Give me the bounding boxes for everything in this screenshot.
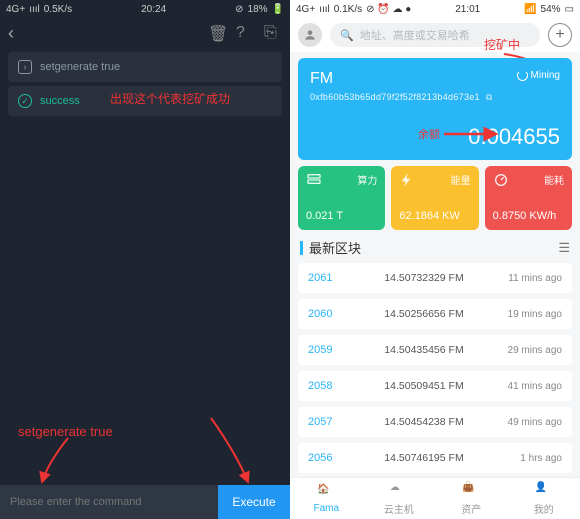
battery-icon: ▭ (565, 4, 574, 15)
wallet-pane: 4G+ ıııl 0.1K/s ⊘ ⏰ ☁ ● 21:01 📶 54% ▭ 🔍 … (290, 0, 580, 519)
stat-value: 0.021 T (306, 210, 343, 222)
command-line: › setgenerate true (8, 52, 282, 82)
list-menu-icon[interactable]: ☰ (558, 240, 570, 256)
net-speed: 0.1K/s (334, 4, 362, 15)
command-input-bar: Execute (0, 485, 290, 519)
stat-energy[interactable]: 能量 62.1864 KW (391, 166, 478, 230)
stat-hashrate[interactable]: 算力 0.021 T (298, 166, 385, 230)
terminal-toolbar: ‹ 🗑 ? ⎘ (0, 18, 290, 48)
block-time: 19 mins ago (490, 309, 562, 320)
wifi-icon: 📶 (524, 4, 536, 15)
data-off-icon: ⊘ (235, 4, 243, 15)
home-icon: 🏠 (317, 484, 335, 502)
wallet-address: 0xfb60b53b65dd79f2f52f8213b4d673e1⧉ (310, 92, 560, 103)
command-input[interactable] (0, 485, 218, 519)
stats-row: 算力 0.021 T 能量 62.1864 KW 能耗 0.8750 KW/h (298, 166, 572, 230)
battery-pct: 54% (541, 4, 561, 15)
stat-value: 0.8750 KW/h (493, 210, 557, 222)
block-row[interactable]: 206114.50732329 FM11 mins ago (298, 263, 572, 293)
block-number: 2060 (308, 308, 358, 320)
arrow-to-execute (206, 418, 256, 493)
success-text: success (40, 95, 80, 107)
avatar-icon[interactable] (298, 23, 322, 47)
battery-pct: 18% (248, 4, 268, 15)
bottom-tabs: 🏠Fama ☁云主机 👜资产 👤我的 (290, 477, 580, 519)
block-row[interactable]: 206014.50256656 FM19 mins ago (298, 299, 572, 329)
block-number: 2061 (308, 272, 358, 284)
stat-label: 算力 (357, 172, 377, 187)
blocks-list: 206114.50732329 FM11 mins ago 206014.5025… (298, 263, 572, 473)
net-speed: 0.5K/s (44, 4, 72, 15)
block-row[interactable]: 205714.50454238 FM49 mins ago (298, 407, 572, 437)
search-icon: 🔍 (340, 29, 354, 42)
copy-icon[interactable]: ⧉ (486, 92, 493, 103)
annotation-success: 出现这个代表挖矿成功 (110, 90, 230, 107)
mining-status: Mining (517, 70, 560, 81)
output-icon[interactable]: ⎘ (264, 24, 282, 42)
wallet-card[interactable]: FM 0xfb60b53b65dd79f2f52f8213b4d673e1⧉ M… (298, 58, 572, 160)
annotation-mining: 挖矿中 (484, 36, 520, 53)
battery-icon: 🔋 (272, 4, 284, 15)
trash-icon[interactable]: 🗑 (208, 24, 226, 42)
block-time: 11 mins ago (490, 273, 562, 284)
spinner-icon (517, 70, 528, 81)
block-amount: 14.50732329 FM (358, 272, 490, 284)
network-type: 4G+ (296, 4, 315, 15)
stat-consumption[interactable]: 能耗 0.8750 KW/h (485, 166, 572, 230)
block-number: 2057 (308, 416, 358, 428)
signal-icon: ıııl (319, 4, 330, 15)
block-time: 1 hrs ago (490, 453, 562, 464)
block-row[interactable]: 205914.50435456 FM29 mins ago (298, 335, 572, 365)
add-button[interactable]: + (548, 23, 572, 47)
help-icon[interactable]: ? (236, 24, 254, 42)
balance-value: 0.004655 (468, 124, 560, 150)
block-amount: 14.50256656 FM (358, 308, 490, 320)
search-placeholder: 地址、高度或交易哈希 (360, 27, 470, 43)
block-row[interactable]: 205614.50746195 FM1 hrs ago (298, 443, 572, 473)
block-time: 41 mins ago (490, 381, 562, 392)
network-type: 4G+ (6, 4, 25, 15)
block-row[interactable]: 205814.50509451 FM41 mins ago (298, 371, 572, 401)
status-bar-right: 4G+ ıııl 0.1K/s ⊘ ⏰ ☁ ● 21:01 📶 54% ▭ (290, 0, 580, 18)
top-bar: 🔍 地址、高度或交易哈希 + (290, 18, 580, 52)
prompt-icon: › (18, 60, 32, 74)
block-amount: 14.50454238 FM (358, 416, 490, 428)
clock: 20:24 (141, 4, 166, 15)
block-time: 29 mins ago (490, 345, 562, 356)
tab-fama[interactable]: 🏠Fama (290, 478, 363, 519)
annotation-balance: 余额 (418, 126, 440, 142)
check-icon: ✓ (18, 94, 32, 108)
gauge-icon (493, 172, 509, 193)
block-amount: 14.50746195 FM (358, 452, 490, 464)
command-text: setgenerate true (40, 61, 120, 73)
wallet-icon: 👜 (462, 482, 480, 500)
back-icon[interactable]: ‹ (8, 23, 14, 44)
execute-button[interactable]: Execute (218, 485, 290, 519)
block-amount: 14.50435456 FM (358, 344, 490, 356)
blocks-title: 最新区块 (309, 238, 361, 257)
tab-cloud[interactable]: ☁云主机 (363, 478, 436, 519)
terminal-pane: 4G+ ıııl 0.5K/s 20:24 ⊘ 18% 🔋 ‹ 🗑 ? ⎘ › … (0, 0, 290, 519)
annotation-command: setgenerate true (18, 424, 113, 439)
tab-profile[interactable]: 👤我的 (508, 478, 580, 519)
block-amount: 14.50509451 FM (358, 380, 490, 392)
block-time: 49 mins ago (490, 417, 562, 428)
stat-label: 能耗 (544, 172, 564, 187)
blocks-header: 最新区块 ☰ (300, 238, 570, 257)
block-number: 2056 (308, 452, 358, 464)
block-number: 2058 (308, 380, 358, 392)
person-icon: 👤 (535, 482, 553, 500)
status-bar-left: 4G+ ıııl 0.5K/s 20:24 ⊘ 18% 🔋 (0, 0, 290, 18)
server-icon (306, 172, 322, 193)
clock: 21:01 (455, 4, 480, 15)
stat-label: 能量 (451, 172, 471, 187)
signal-icon: ıııl (29, 4, 40, 15)
status-icons: ⊘ ⏰ ☁ ● (366, 4, 411, 15)
cloud-icon: ☁ (390, 482, 408, 500)
block-number: 2059 (308, 344, 358, 356)
tab-assets[interactable]: 👜资产 (435, 478, 508, 519)
stat-value: 62.1864 KW (399, 210, 460, 222)
accent-bar (300, 241, 303, 255)
bolt-icon (399, 172, 415, 193)
